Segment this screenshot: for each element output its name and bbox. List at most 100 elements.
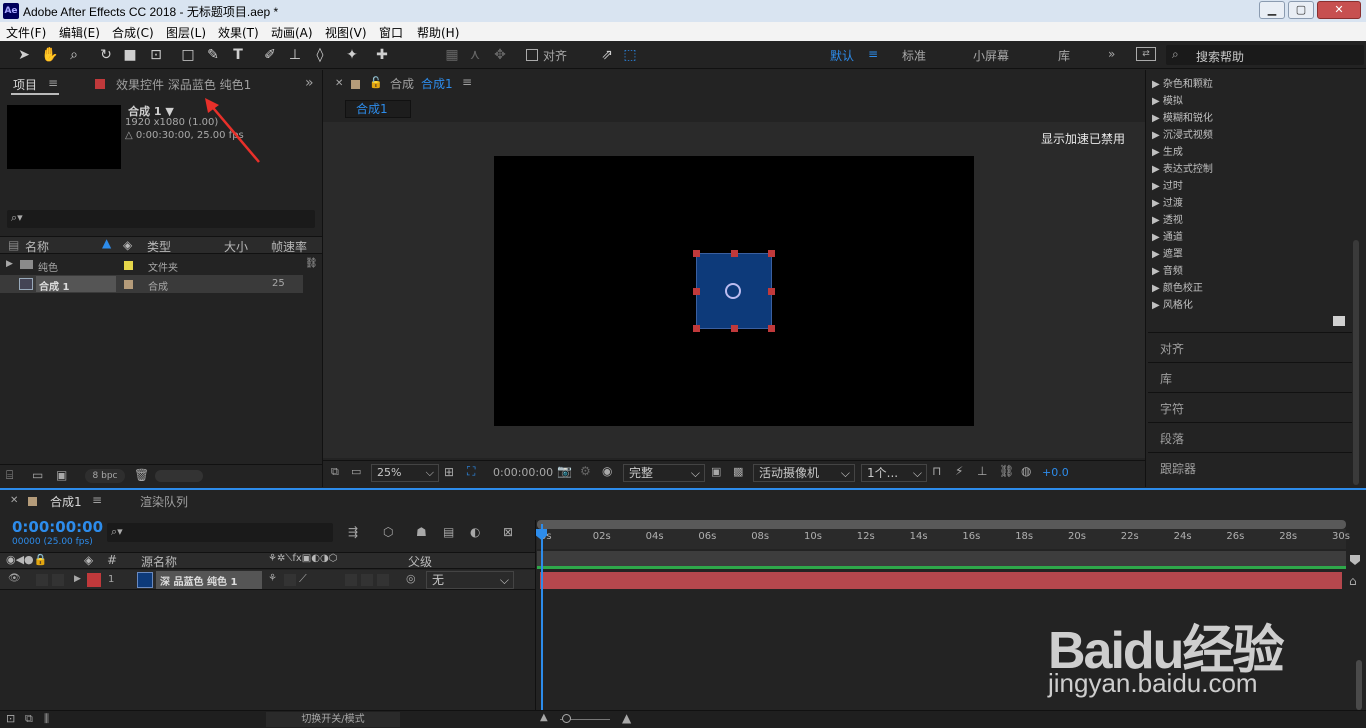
- mask-visibility-icon[interactable]: ⛶: [467, 464, 475, 479]
- effect-category[interactable]: ▶ 遮罩: [1152, 245, 1183, 260]
- camera-view-select[interactable]: 活动摄像机 ⌵: [753, 464, 855, 482]
- draft-3d-icon[interactable]: ⬡: [383, 525, 393, 539]
- menu-edit[interactable]: 编辑(E): [59, 24, 100, 41]
- quality-switch-icon[interactable]: ⟋: [299, 572, 307, 586]
- region-of-interest-icon[interactable]: ▣: [711, 465, 721, 478]
- zoom-tool-icon[interactable]: ⌕: [64, 45, 84, 65]
- tab-project[interactable]: 项目: [13, 76, 37, 93]
- transform-handle[interactable]: [768, 250, 775, 257]
- pickwhip-icon[interactable]: ◎: [406, 572, 416, 585]
- col-parent[interactable]: 父级: [408, 553, 432, 570]
- comp-mini-flowchart-icon[interactable]: ⇶: [348, 525, 358, 539]
- effect-category[interactable]: ▶ 风格化: [1152, 296, 1193, 311]
- toggle-panes-icon[interactable]: ⊡: [6, 712, 15, 725]
- shy-switch-icon[interactable]: ⚘: [268, 573, 277, 584]
- transfer-controls-icon[interactable]: ⧉: [25, 712, 33, 726]
- minimize-button[interactable]: ▁: [1259, 1, 1285, 19]
- workspace-menu-icon[interactable]: ≡: [868, 47, 878, 61]
- panel-overflow-icon[interactable]: »: [305, 75, 314, 91]
- menu-file[interactable]: 文件(F): [6, 24, 46, 41]
- composition-tab-active[interactable]: 合成1: [421, 75, 453, 92]
- render-queue-tab[interactable]: 渲染队列: [140, 493, 188, 510]
- toggle-pixel-aspect-icon[interactable]: ⊓: [932, 464, 941, 478]
- sync-settings-icon[interactable]: ⇄: [1136, 47, 1156, 61]
- selection-tool-icon[interactable]: ➤: [14, 45, 34, 65]
- flowchart-icon[interactable]: ⛓: [999, 464, 1014, 478]
- timeline-scrollbar[interactable]: [1356, 660, 1362, 710]
- effect-category[interactable]: ▶ 杂色和颗粒: [1152, 75, 1213, 90]
- comp-breadcrumb[interactable]: 合成1: [345, 100, 411, 118]
- effects-scrollbar[interactable]: [1353, 240, 1359, 485]
- view-layout-select[interactable]: 1个... ⌵: [861, 464, 927, 482]
- local-axis-icon[interactable]: ▦: [442, 45, 462, 65]
- bit-depth-button[interactable]: 8 bpc: [85, 469, 125, 483]
- lock-toggle[interactable]: [52, 574, 64, 586]
- fast-previews-icon[interactable]: ⚡: [955, 464, 963, 478]
- shy-layers-icon[interactable]: ☗: [416, 525, 427, 539]
- effect-category[interactable]: ▶ 沉浸式视频: [1152, 126, 1213, 141]
- eye-icon[interactable]: 👁: [8, 573, 21, 584]
- viewer-area[interactable]: 显示加速已禁用: [323, 122, 1145, 458]
- view-axis-icon[interactable]: ✥: [490, 45, 510, 65]
- layer-name[interactable]: 深 品蓝色 纯色 1: [156, 571, 262, 589]
- timeline-tab[interactable]: 合成1: [50, 493, 82, 510]
- pen-tool-icon[interactable]: ✎: [203, 45, 223, 65]
- expand-arrow-icon[interactable]: ▶: [74, 574, 81, 584]
- transparency-grid-icon[interactable]: ▩: [733, 465, 743, 478]
- current-time-display[interactable]: 0:00:00:00: [493, 466, 553, 479]
- panel-character[interactable]: 字符: [1160, 400, 1184, 417]
- menu-layer[interactable]: 图层(L): [166, 24, 206, 41]
- panel-libraries[interactable]: 库: [1160, 370, 1172, 387]
- label-color-yellow[interactable]: [124, 261, 133, 270]
- layer-duration-bar[interactable]: [540, 572, 1342, 589]
- snap-checkbox[interactable]: [526, 49, 538, 61]
- timeline-icon[interactable]: ⊥: [977, 464, 987, 478]
- workspace-default[interactable]: 默认: [830, 47, 854, 64]
- col-type[interactable]: 类型: [147, 238, 171, 255]
- keyframe-nav-icon[interactable]: ⌂: [1349, 574, 1357, 588]
- type-tool-icon[interactable]: T: [228, 45, 248, 65]
- show-snapshot-icon[interactable]: ⚙: [580, 464, 591, 478]
- menu-animation[interactable]: 动画(A): [271, 24, 313, 41]
- transform-handle[interactable]: [768, 325, 775, 332]
- toggle-switches-modes[interactable]: 切换开关/模式: [266, 712, 400, 727]
- help-search-field[interactable]: ⌕ 搜索帮助: [1166, 45, 1364, 65]
- zoom-slider-thumb[interactable]: [562, 714, 571, 723]
- flowchart-icon[interactable]: ⛓: [305, 258, 318, 269]
- clone-stamp-tool-icon[interactable]: ⊥: [285, 45, 305, 65]
- expand-arrow-icon[interactable]: ▶: [6, 259, 13, 269]
- close-tab-icon[interactable]: ✕: [335, 78, 343, 89]
- panel-menu-icon[interactable]: ≡: [92, 493, 102, 507]
- panel-align[interactable]: 对齐: [1160, 340, 1184, 357]
- new-preset-icon[interactable]: [1333, 316, 1345, 326]
- switch-toggle[interactable]: [345, 574, 357, 586]
- effect-category[interactable]: ▶ 过渡: [1152, 194, 1183, 209]
- project-row-selected[interactable]: 合成 1 合成 25: [0, 275, 303, 293]
- panel-paragraph[interactable]: 段落: [1160, 430, 1184, 447]
- switch-toggle[interactable]: [377, 574, 389, 586]
- work-area-bar[interactable]: [537, 520, 1346, 529]
- effect-category[interactable]: ▶ 音频: [1152, 262, 1183, 277]
- effect-category[interactable]: ▶ 模拟: [1152, 92, 1183, 107]
- menu-help[interactable]: 帮助(H): [417, 24, 459, 41]
- rectangle-tool-icon[interactable]: □: [178, 45, 198, 65]
- transform-handle[interactable]: [731, 325, 738, 332]
- grid-guide-icon[interactable]: ⊞: [444, 465, 454, 479]
- workspace-small-screen[interactable]: 小屏幕: [973, 47, 1009, 64]
- effect-category[interactable]: ▶ 颜色校正: [1152, 279, 1203, 294]
- project-row[interactable]: ▶ 纯色 文件夹 ⛓: [0, 256, 322, 274]
- project-search-input[interactable]: ⌕▾: [7, 210, 315, 228]
- col-framerate[interactable]: 帧速率: [271, 238, 307, 255]
- comp-canvas[interactable]: [494, 156, 974, 426]
- always-preview-icon[interactable]: ⧉: [331, 465, 339, 479]
- puppet-pin-tool-icon[interactable]: ✚: [372, 45, 392, 65]
- col-name[interactable]: 名称: [25, 238, 49, 255]
- exposure-value[interactable]: +0.0: [1042, 466, 1069, 479]
- switch-toggle[interactable]: [361, 574, 373, 586]
- new-composition-icon[interactable]: ▣: [56, 468, 67, 482]
- menu-effect[interactable]: 效果(T): [218, 24, 259, 41]
- workspace-standard[interactable]: 标准: [902, 47, 926, 64]
- workspace-overflow-icon[interactable]: »: [1108, 47, 1115, 61]
- transform-handle[interactable]: [731, 250, 738, 257]
- label-color-red[interactable]: [87, 573, 101, 587]
